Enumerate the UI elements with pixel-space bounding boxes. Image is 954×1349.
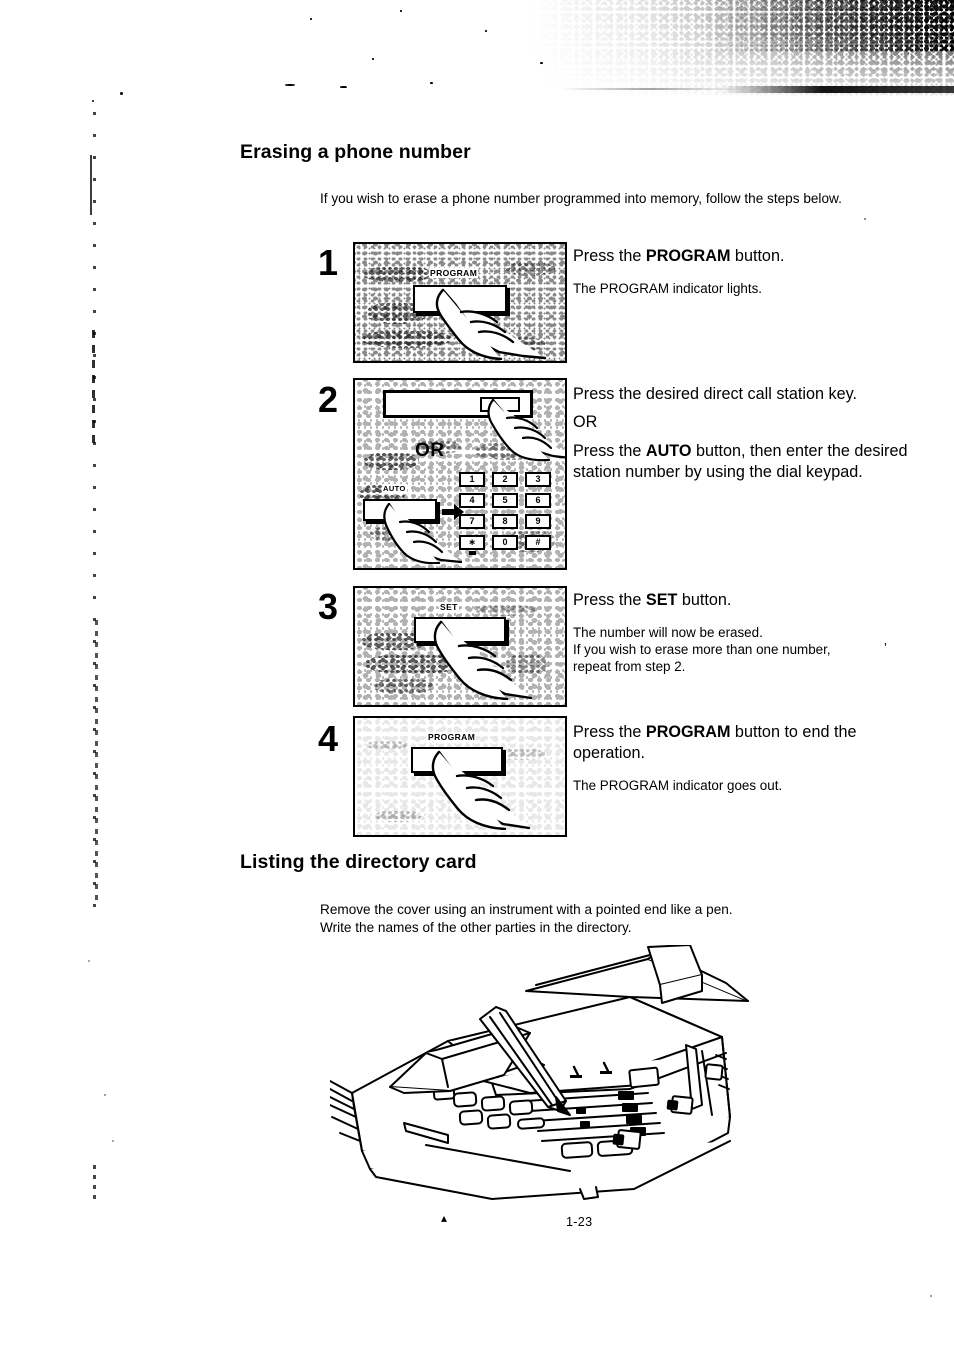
scan-noise-artifact (280, 0, 954, 108)
step-3-instruction: Press the SET button. (573, 590, 923, 611)
margin-scan-line-3 (95, 620, 98, 900)
step-4-instruction-emphasis: PROGRAM (645, 723, 731, 741)
section-intro-erasing: If you wish to erase a phone number prog… (320, 191, 842, 206)
scanned-page: Erasing a phone number If you wish to er… (0, 0, 954, 1349)
step-4-instruction-prefix: Press the (573, 723, 646, 741)
scan-smudge-line (560, 86, 954, 93)
step-2-or-label: OR (573, 413, 598, 431)
program-button-label: PROGRAM (429, 268, 479, 278)
step-2-instruction-b: Press the AUTO button, then enter the de… (573, 441, 925, 483)
step-2-instruction-a: Press the desired direct call station ke… (573, 385, 858, 403)
step-3-figure: SET (353, 586, 567, 707)
step-3-instruction-prefix: Press the (573, 591, 646, 609)
figure-or-label: OR (415, 440, 445, 461)
scan-stray-mark: ’ (884, 640, 887, 655)
pointing-hand-illustration (427, 288, 557, 360)
step-1-instruction-suffix: button. (730, 247, 785, 265)
keypad-key-5: 5 (492, 493, 518, 508)
step-2-instruction-b-emphasis: AUTO (645, 442, 692, 460)
section-heading-listing: Listing the directory card (240, 851, 477, 873)
step-3-note-2: If you wish to erase more than one numbe… (573, 642, 831, 657)
step-number-2: 2 (318, 379, 338, 420)
step-4-note: The PROGRAM indicator goes out. (573, 778, 783, 793)
page-number: 1-23 (566, 1215, 593, 1229)
step-3-instruction-emphasis: SET (645, 591, 678, 609)
margin-scan-line-5 (93, 1165, 96, 1205)
keypad-key-2: 2 (492, 472, 518, 487)
pointing-hand-illustration-set (427, 620, 555, 700)
step-4-instruction: Press the PROGRAM button to end the oper… (573, 722, 925, 764)
footer-stray-mark: ▴ (441, 1211, 448, 1225)
step-1-instruction: Press the PROGRAM button. (573, 246, 923, 267)
step-1-instruction-emphasis: PROGRAM (645, 247, 731, 265)
step-1-figure: PROGRAM (353, 242, 567, 363)
keypad-key-7: 7 (459, 514, 485, 529)
dial-keypad: 1 2 3 4 5 6 7 8 9 ∗ 0 # (459, 472, 555, 560)
step-3-note-3: repeat from step 2. (573, 659, 686, 674)
step-3-note-1: The number will now be erased. (573, 625, 763, 640)
step-2-figure: OR AUTO 1 2 3 4 5 6 7 8 9 ∗ 0 # (353, 378, 567, 570)
keypad-key-4: 4 (459, 493, 485, 508)
step-number-1: 1 (318, 242, 338, 283)
pointing-hand-illustration-station-key (483, 398, 565, 462)
step-number-4: 4 (318, 718, 338, 759)
set-button-label: SET (439, 602, 459, 612)
section-intro-listing-line2: Write the names of the other parties in … (320, 920, 632, 935)
noise-cloud-upper (524, 0, 954, 96)
margin-scan-line-2 (92, 330, 95, 450)
keypad-key-3: 3 (525, 472, 551, 487)
step-1-instruction-prefix: Press the (573, 247, 646, 265)
keypad-key-6: 6 (525, 493, 551, 508)
keypad-key-1: 1 (459, 472, 485, 487)
step-2-instruction-b-prefix: Press the (573, 442, 646, 460)
keypad-key-9: 9 (525, 514, 551, 529)
margin-scan-line-4 (90, 155, 92, 215)
step-3-instruction-suffix: button. (677, 591, 732, 609)
keypad-key-8: 8 (492, 514, 518, 529)
keypad-key-star: ∗ (459, 535, 485, 550)
noise-cloud-dense (704, 0, 954, 52)
section-intro-listing-line1: Remove the cover using an instrument wit… (320, 902, 733, 917)
step-4-figure: PROGRAM (353, 716, 567, 837)
step-number-3: 3 (318, 586, 338, 627)
step-1-note: The PROGRAM indicator lights. (573, 281, 763, 296)
program-button-label-end: PROGRAM (427, 732, 477, 742)
fax-machine-illustration (330, 945, 750, 1205)
auto-button-label: AUTO (382, 484, 407, 493)
pointing-hand-illustration-end (425, 750, 553, 830)
section-heading-erasing: Erasing a phone number (240, 141, 471, 163)
keypad-key-0: 0 (492, 535, 518, 550)
keypad-key-hash: # (525, 535, 551, 550)
